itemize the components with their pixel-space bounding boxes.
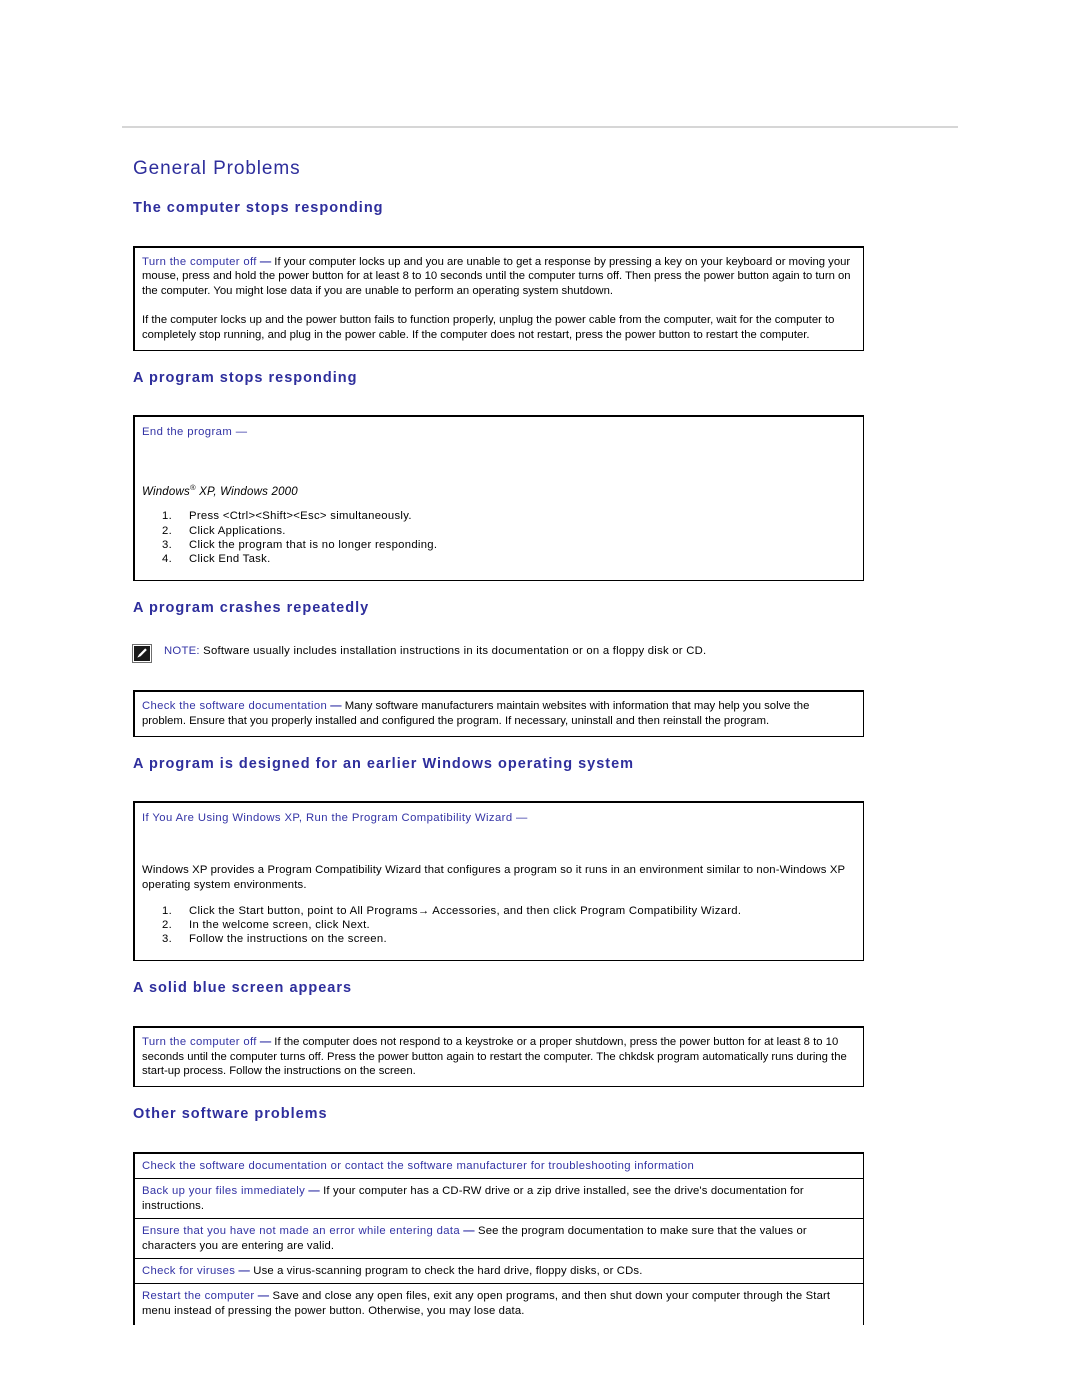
table-row: Check for viruses — Use a virus-scanning… [135,1259,863,1285]
heading-earlier-windows-program: A program is designed for an earlier Win… [133,755,635,772]
advice-dash: — [259,255,272,268]
panel-body-text: Windows XP provides a Program Compatibil… [142,864,845,891]
step-item: Press <Ctrl><Shift><Esc> simultaneously. [162,509,412,524]
table-row: Back up your files immediately — If your… [135,1179,863,1220]
advice-paragraph-secondary: If the computer locks up and the power b… [142,314,835,342]
advice-dash: — [259,1036,272,1049]
row-lead: Ensure that you have not made an error w… [142,1225,460,1238]
row-dash: — [308,1185,320,1198]
page-content: General Problems The computer stops resp… [122,126,958,1326]
steps-list-compatibility-wizard: Click the Start button, point to All Pro… [142,904,855,947]
document-page: General Problems The computer stops resp… [0,0,1080,1397]
row-content: Ensure that you have not made an error w… [142,1224,855,1253]
panel-heading-dash: — [516,812,528,825]
panel-heading: If You Are Using Windows XP, Run the Pro… [142,811,855,825]
heading-solid-blue-screen: A solid blue screen appears [133,980,353,997]
row-dash: — [257,1290,270,1303]
row-content: Check for viruses — Use a virus-scanning… [142,1264,855,1278]
row-text: Use a virus-scanning program to check th… [249,1264,643,1277]
advice-box-blue-screen-turn-off: Turn the computer off — If the computer … [133,1026,864,1088]
step-item: Click End Task. [162,552,271,567]
advice-dash: — [330,700,342,713]
header-divider [122,126,958,128]
panel-heading-dash: — [235,426,248,439]
panel-heading: End the program — [142,425,855,439]
note-label: NOTE: [164,645,200,658]
advice-paragraph: Turn the computer off — If your computer… [142,255,855,299]
os-name: Windows [142,486,190,499]
steps-list-end-program: Press <Ctrl><Shift><Esc> simultaneously.… [142,509,855,566]
row-dash: — [238,1264,250,1277]
row-dash: — [463,1225,475,1238]
panel-end-the-program: End the program — Windows® XP, Windows 2… [133,415,864,582]
table-row: Ensure that you have not made an error w… [135,1219,863,1259]
row-lead: Check the software documentation or cont… [142,1159,695,1172]
row-content: Back up your files immediately — If your… [142,1184,855,1213]
note-text: NOTE: Software usually includes installa… [164,644,706,658]
os-versions: XP, Windows 2000 [195,486,298,499]
note-callout: NOTE: Software usually includes installa… [132,644,864,664]
panel-spacer [142,439,855,483]
table-row: Check the software documentation or cont… [135,1154,863,1180]
heading-other-software-problems: Other software problems [133,1106,328,1123]
note-body: Software usually includes installation i… [199,645,707,658]
row-lead: Back up your files immediately [142,1185,306,1198]
row-lead: Restart the computer [142,1290,255,1303]
row-content: Check the software documentation or cont… [142,1159,855,1173]
step-item: In the welcome screen, click Next. [162,918,370,933]
panel-program-compatibility-wizard: If You Are Using Windows XP, Run the Pro… [133,801,864,962]
advice-lead: Turn the computer off [142,1036,257,1049]
advice-lead: Check the software documentation [142,700,328,713]
row-content: Restart the computer — Save and close an… [142,1289,855,1318]
advice-paragraph: Turn the computer off — If the computer … [142,1035,855,1079]
step-item: Follow the instructions on the screen. [162,932,387,947]
heading-program-crashes-repeatedly: A program crashes repeatedly [133,600,370,617]
os-applicability-line: Windows® XP, Windows 2000 [142,483,855,498]
step-item: Click Applications. [162,524,286,539]
page-title: General Problems [133,158,301,179]
row-lead: Check for viruses [142,1264,236,1277]
advice-lead: Turn the computer off [142,255,257,268]
advice-box-turn-computer-off: Turn the computer off — If your computer… [133,245,864,351]
panel-heading-lead: If You Are Using Windows XP, Run the Pro… [142,812,513,825]
table-row: Restart the computer — Save and close an… [135,1284,863,1325]
advice-paragraph: Check the software documentation — Many … [142,699,855,728]
step-item: Click the Start button, point to All Pro… [162,904,742,919]
advice-box-check-software-documentation: Check the software documentation — Many … [133,690,864,737]
heading-computer-stops-responding: The computer stops responding [133,199,384,216]
panel-spacer [142,825,855,863]
step-item: Click the program that is no longer resp… [162,538,438,553]
other-software-problems-table: Check the software documentation or cont… [133,1151,864,1326]
heading-program-stops-responding: A program stops responding [133,369,358,386]
panel-heading-lead: End the program [142,426,233,439]
note-pencil-icon [132,644,152,664]
